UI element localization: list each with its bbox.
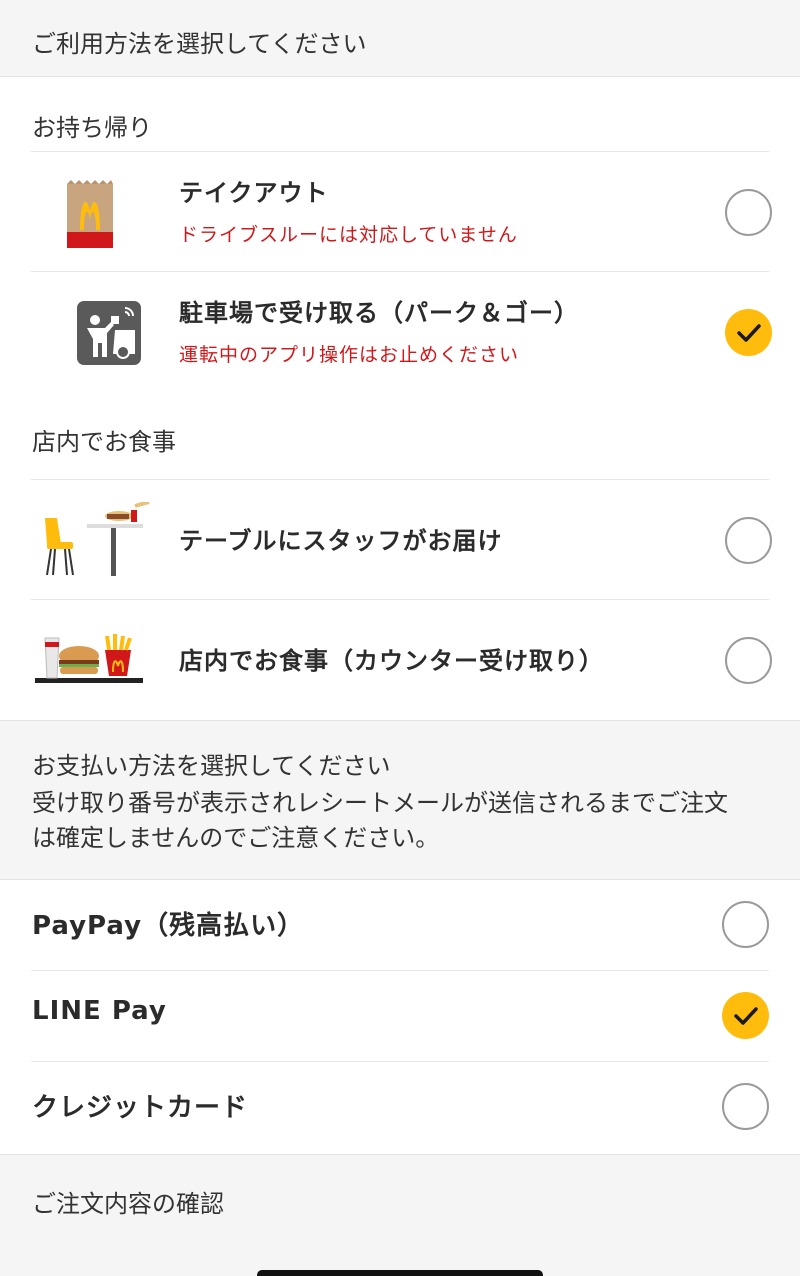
section-title-takeout: お持ち帰り xyxy=(31,77,769,152)
option-takeout-note: ドライブスルーには対応していません xyxy=(179,224,518,246)
option-park-and-go-label: 駐車場で受け取る（パーク＆ゴー） xyxy=(179,299,579,327)
payment-option-paypay[interactable]: PayPay（残高払い） xyxy=(31,880,769,971)
page-title: ご利用方法を選択してください xyxy=(32,30,367,58)
park-and-go-icon xyxy=(53,294,143,370)
option-park-and-go[interactable]: 駐車場で受け取る（パーク＆ゴー） 運転中のアプリ操作はお止めください xyxy=(31,272,772,392)
section-title-takeout-label: お持ち帰り xyxy=(32,114,152,142)
radio-park-and-go[interactable] xyxy=(725,309,772,356)
order-confirm-label: ご注文内容の確認 xyxy=(32,1190,224,1218)
counter-tray-icon xyxy=(35,628,145,704)
payment-section-title: お支払い方法を選択してください xyxy=(32,752,391,780)
option-counter-pickup-label: 店内でお食事（カウンター受け取り） xyxy=(179,647,604,675)
page-header: ご利用方法を選択してください xyxy=(0,0,800,77)
payment-option-credit-card[interactable]: クレジットカード xyxy=(31,1062,769,1154)
radio-paypay[interactable] xyxy=(722,901,769,948)
payment-note-line2: は確定しませんのでご注意ください。 xyxy=(32,824,440,852)
payment-option-credit-card-label: クレジットカード xyxy=(32,1093,249,1123)
option-table-service-label: テーブルにスタッフがお届け xyxy=(179,527,503,555)
checkmark-icon xyxy=(734,1007,758,1025)
radio-counter-pickup[interactable] xyxy=(725,637,772,684)
option-counter-pickup[interactable]: 店内でお食事（カウンター受け取り） xyxy=(31,600,772,720)
option-takeout[interactable]: テイクアウト ドライブスルーには対応していません xyxy=(31,152,772,272)
checkmark-icon xyxy=(737,324,761,342)
radio-takeout[interactable] xyxy=(725,189,772,236)
radio-line-pay[interactable] xyxy=(722,992,769,1039)
section-title-dine-in-label: 店内でお食事 xyxy=(32,428,176,456)
payment-option-line-pay[interactable]: LINE Pay xyxy=(31,971,769,1062)
home-indicator[interactable] xyxy=(257,1270,543,1276)
radio-table-service[interactable] xyxy=(725,517,772,564)
option-takeout-label: テイクアウト xyxy=(179,179,329,207)
payment-option-line-pay-label: LINE Pay xyxy=(32,996,167,1026)
section-title-dine-in: 店内でお食事 xyxy=(31,392,769,480)
radio-credit-card[interactable] xyxy=(722,1083,769,1130)
payment-section-header: お支払い方法を選択してください 受け取り番号が表示されレシートメールが送信される… xyxy=(0,720,800,880)
payment-note-line1: 受け取り番号が表示されレシートメールが送信されるまでご注文 xyxy=(32,789,728,817)
option-table-service[interactable]: テーブルにスタッフがお届け xyxy=(31,480,772,600)
table-service-icon xyxy=(41,500,151,578)
payment-option-paypay-label: PayPay（残高払い） xyxy=(32,911,305,941)
option-park-and-go-note: 運転中のアプリ操作はお止めください xyxy=(179,344,520,366)
order-confirm-section: ご注文内容の確認 xyxy=(0,1154,800,1276)
takeout-bag-icon xyxy=(53,178,143,254)
